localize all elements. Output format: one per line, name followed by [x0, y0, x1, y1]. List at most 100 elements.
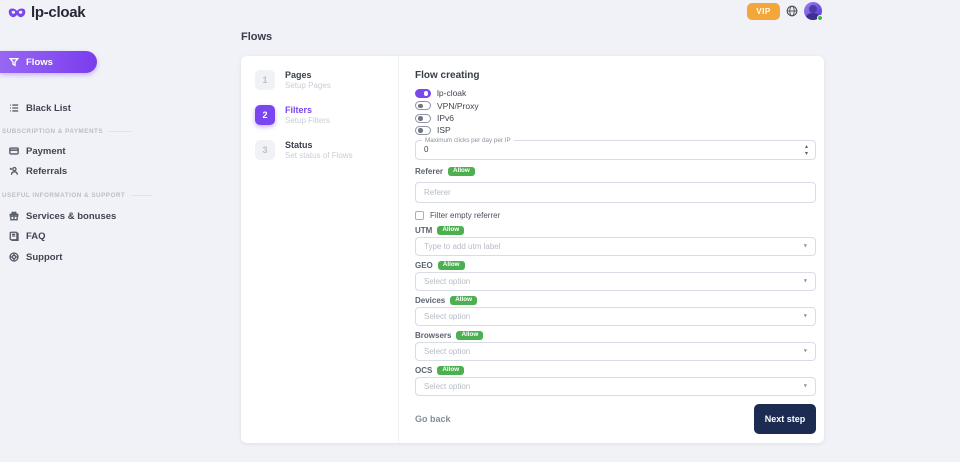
geo-label: GEO — [415, 261, 433, 270]
step-title: Status — [285, 140, 353, 151]
flow-card: 1 Pages Setup Pages 2 Filters Setup Filt… — [241, 56, 824, 443]
max-clicks-input[interactable] — [424, 141, 743, 159]
sidebar-item-flows[interactable]: Flows — [0, 51, 97, 73]
filter-empty-referrer-checkbox[interactable] — [415, 211, 424, 220]
step-number: 3 — [255, 140, 275, 160]
toggle-row-isp[interactable]: ISP — [415, 125, 816, 135]
ocs-label: OCS — [415, 366, 432, 375]
sidebar-section-support: USEFUL INFORMATION & SUPPORT — [0, 191, 153, 199]
step-title: Pages — [285, 70, 331, 81]
sidebar-item-label: Payment — [26, 146, 66, 157]
referer-field — [415, 182, 816, 203]
referer-label-row: Referer Allow — [415, 167, 816, 176]
sidebar-item-support[interactable]: Support — [0, 249, 62, 265]
filter-empty-referrer-row[interactable]: Filter empty referrer — [415, 211, 816, 220]
vpn-proxy-toggle[interactable] — [415, 101, 431, 110]
sidebar-section-subscription: SUBSCRIPTION & PAYMENTS — [0, 127, 131, 135]
next-step-button[interactable]: Next step — [754, 404, 816, 434]
sidebar: Home Flows Black List SUBSCRIPTION & PAY… — [0, 22, 230, 475]
section-divider — [109, 131, 131, 132]
logo-text: lp-cloak — [31, 4, 85, 21]
utm-label: UTM — [415, 226, 432, 235]
browsers-label-row: Browsers Allow — [415, 331, 816, 340]
page-title: Flows — [241, 31, 272, 43]
geo-allow-badge[interactable]: Allow — [438, 261, 465, 270]
top-header: lp-cloak VIP — [0, 0, 960, 24]
section-divider — [131, 195, 153, 196]
sidebar-item-payment[interactable]: Payment — [0, 143, 66, 159]
geo-placeholder: Select option — [424, 277, 470, 286]
devices-label-row: Devices Allow — [415, 296, 816, 305]
flows-icon — [9, 57, 19, 67]
ocs-placeholder: Select option — [424, 382, 470, 391]
mask-logo-icon — [8, 7, 26, 19]
devices-select[interactable]: Select option ▾ — [415, 307, 816, 326]
step-title: Filters — [285, 105, 330, 116]
go-back-button[interactable]: Go back — [415, 414, 451, 424]
step-number: 1 — [255, 70, 275, 90]
bottom-strip — [0, 462, 960, 475]
lp-cloak-toggle[interactable] — [415, 89, 431, 98]
sidebar-item-black-list[interactable]: Black List — [0, 100, 71, 116]
support-icon — [9, 252, 19, 262]
header-actions: VIP — [747, 2, 822, 20]
black-list-icon — [9, 103, 19, 113]
step-number: 2 — [255, 105, 275, 125]
isp-toggle[interactable] — [415, 126, 431, 135]
number-spinner-icon[interactable]: ▴▾ — [805, 144, 808, 158]
sidebar-item-label: Black List — [26, 103, 71, 114]
browsers-allow-badge[interactable]: Allow — [456, 331, 483, 340]
sidebar-item-label: Flows — [26, 57, 53, 68]
form-title: Flow creating — [415, 70, 816, 81]
toggle-label: VPN/Proxy — [437, 101, 479, 111]
vip-button[interactable]: VIP — [747, 3, 780, 20]
utm-label-row: UTM Allow — [415, 226, 816, 235]
chevron-down-icon: ▾ — [804, 242, 807, 250]
devices-label: Devices — [415, 296, 445, 305]
form-footer: Go back Next step — [415, 404, 816, 434]
browsers-select[interactable]: Select option ▾ — [415, 342, 816, 361]
ipv6-toggle[interactable] — [415, 114, 431, 123]
chevron-down-icon: ▾ — [804, 347, 807, 355]
toggle-row-vpn-proxy[interactable]: VPN/Proxy — [415, 100, 816, 110]
toggle-label: ISP — [437, 125, 451, 135]
referer-allow-badge[interactable]: Allow — [448, 167, 475, 176]
chevron-down-icon: ▾ — [804, 277, 807, 285]
toggle-label: lp-cloak — [437, 88, 466, 98]
sidebar-item-services-bonuses[interactable]: Services & bonuses — [0, 208, 116, 224]
toggle-row-lp-cloak[interactable]: lp-cloak — [415, 88, 816, 98]
step-status[interactable]: 3 Status Set status of Flows — [255, 140, 398, 161]
gift-icon — [9, 211, 19, 221]
devices-allow-badge[interactable]: Allow — [450, 296, 477, 305]
utm-select[interactable]: Type to add utm label ▾ — [415, 237, 816, 256]
chevron-down-icon: ▾ — [804, 312, 807, 320]
section-title: USEFUL INFORMATION & SUPPORT — [2, 192, 125, 199]
toggle-row-ipv6[interactable]: IPv6 — [415, 113, 816, 123]
referrals-icon — [9, 166, 19, 176]
sidebar-item-faq[interactable]: FAQ — [0, 228, 46, 244]
chevron-down-icon: ▾ — [804, 382, 807, 390]
browsers-placeholder: Select option — [424, 347, 470, 356]
geo-label-row: GEO Allow — [415, 261, 816, 270]
step-subtitle: Set status of Flows — [285, 151, 353, 161]
step-filters[interactable]: 2 Filters Setup Filters — [255, 105, 398, 126]
app-logo[interactable]: lp-cloak — [8, 4, 85, 21]
step-pages[interactable]: 1 Pages Setup Pages — [255, 70, 398, 91]
toggle-label: IPv6 — [437, 113, 454, 123]
globe-icon[interactable] — [786, 5, 798, 17]
flow-form: Flow creating lp-cloak VPN/Proxy IPv6 IS… — [399, 56, 824, 443]
utm-allow-badge[interactable]: Allow — [437, 226, 464, 235]
sidebar-item-referrals[interactable]: Referrals — [0, 163, 67, 179]
ocs-select[interactable]: Select option ▾ — [415, 377, 816, 396]
utm-placeholder: Type to add utm label — [424, 242, 501, 251]
user-avatar[interactable] — [804, 2, 822, 20]
ocs-allow-badge[interactable]: Allow — [437, 366, 464, 375]
sidebar-item-label: Referrals — [26, 166, 67, 177]
geo-select[interactable]: Select option ▾ — [415, 272, 816, 291]
step-subtitle: Setup Pages — [285, 81, 331, 91]
payment-icon — [9, 146, 19, 156]
ocs-label-row: OCS Allow — [415, 366, 816, 375]
referer-input[interactable] — [416, 183, 815, 202]
section-title: SUBSCRIPTION & PAYMENTS — [2, 128, 103, 135]
sidebar-item-label: Services & bonuses — [26, 211, 116, 222]
